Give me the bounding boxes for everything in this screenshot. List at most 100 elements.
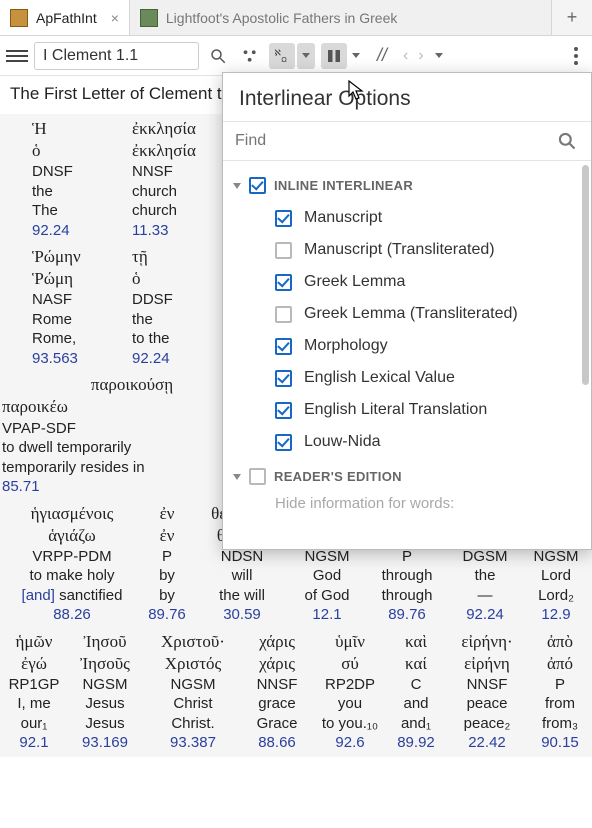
word-morph: RP1GP xyxy=(2,675,66,695)
scrollbar[interactable] xyxy=(582,165,589,385)
word-lit: Christ. xyxy=(144,714,242,734)
find-input[interactable] xyxy=(223,122,543,160)
ln[interactable]: 92.24 xyxy=(32,221,132,241)
word-lit: the will xyxy=(192,586,292,606)
morph: DNSF xyxy=(32,162,132,182)
ln[interactable]: 89.76 xyxy=(362,605,452,625)
word-ms: ἡμῶν xyxy=(2,631,66,653)
word-lem: ἐν xyxy=(142,525,192,547)
checkbox[interactable] xyxy=(275,242,292,259)
ln[interactable]: 93.387 xyxy=(144,733,242,753)
word-lex: you xyxy=(312,694,388,714)
word-lex: peace xyxy=(444,694,530,714)
word-lit: [and] sanctified xyxy=(2,586,142,606)
section-inline-interlinear[interactable]: INLINE INTERLINEAR xyxy=(229,173,587,202)
checkbox[interactable] xyxy=(275,274,292,291)
option-row[interactable]: Manuscript (Transliterated) xyxy=(229,234,587,266)
word-ms: ἐν xyxy=(142,503,192,525)
menu-icon[interactable] xyxy=(6,46,28,66)
dots-icon[interactable] xyxy=(237,43,263,69)
word-ms: Χριστοῦ· xyxy=(144,631,242,653)
ln[interactable]: 92.1 xyxy=(2,733,66,753)
search-icon[interactable] xyxy=(205,43,231,69)
option-row[interactable]: Greek Lemma xyxy=(229,266,587,298)
interlinear-dropdown[interactable] xyxy=(297,43,315,69)
tab-label: Lightfoot's Apostolic Fathers in Greek xyxy=(166,10,397,26)
option-row[interactable]: English Lexical Value xyxy=(229,362,587,394)
nav-dropdown[interactable] xyxy=(432,53,446,58)
checkbox[interactable] xyxy=(249,468,266,485)
ln[interactable]: 12.9 xyxy=(518,605,592,625)
word-lem: Ἰησοῦς xyxy=(66,653,144,675)
book-icon xyxy=(140,9,158,27)
word-lex: by xyxy=(142,566,192,586)
ln[interactable]: 12.1 xyxy=(292,605,362,625)
checkbox[interactable] xyxy=(275,370,292,387)
option-row[interactable]: Morphology xyxy=(229,330,587,362)
search-icon[interactable] xyxy=(543,123,591,159)
morph: NASF xyxy=(32,290,132,310)
option-row[interactable]: English Literal Translation xyxy=(229,394,587,426)
ln[interactable]: 22.42 xyxy=(444,733,530,753)
lemma: Ῥώμη xyxy=(32,268,132,290)
word-lit: from₃ xyxy=(530,714,590,734)
ln[interactable]: 88.26 xyxy=(2,605,142,625)
parallel-icon[interactable]: // xyxy=(369,43,395,69)
option-label: English Lexical Value xyxy=(304,369,455,387)
interlinear-icon[interactable]: ℵΩ xyxy=(269,43,295,69)
more-icon[interactable] xyxy=(566,41,586,71)
word-lit: of God xyxy=(292,586,362,606)
word-lem: ἀπό xyxy=(530,653,590,675)
section-readers-edition[interactable]: READER'S EDITION xyxy=(229,464,587,493)
word-morph: C xyxy=(388,675,444,695)
word-ms: ἀπὸ xyxy=(530,631,590,653)
tab-active[interactable]: ApFathInt × xyxy=(0,0,130,35)
close-icon[interactable]: × xyxy=(111,10,119,26)
checkbox[interactable] xyxy=(275,434,292,451)
new-tab-button[interactable]: + xyxy=(552,0,592,35)
reference-input[interactable]: I Clement 1.1 xyxy=(34,42,199,70)
word-lit: Lord₂ xyxy=(518,586,592,606)
book-icon xyxy=(10,9,28,27)
word-morph: NNSF xyxy=(242,675,312,695)
option-row[interactable]: Greek Lemma (Transliterated) xyxy=(229,298,587,330)
option-row[interactable]: Louw-Nida xyxy=(229,426,587,458)
checkbox[interactable] xyxy=(275,306,292,323)
word-lem: σύ xyxy=(312,653,388,675)
ln[interactable]: 93.169 xyxy=(66,733,144,753)
ln[interactable]: 89.76 xyxy=(142,605,192,625)
word-morph: VRPP-PDM xyxy=(2,547,142,567)
svg-text:Ω: Ω xyxy=(281,55,287,64)
ln[interactable]: 88.66 xyxy=(242,733,312,753)
option-label: English Literal Translation xyxy=(304,401,487,419)
option-label: Manuscript xyxy=(304,209,382,227)
word-lex: I, me xyxy=(2,694,66,714)
nav-prev[interactable]: ‹ xyxy=(401,47,410,65)
checkbox[interactable] xyxy=(275,402,292,419)
ln[interactable]: 92.24 xyxy=(132,349,232,369)
columns-dropdown[interactable] xyxy=(349,53,363,58)
ln[interactable]: 92.6 xyxy=(312,733,388,753)
ms: ἐκκλησία xyxy=(132,118,232,140)
ln[interactable]: 89.92 xyxy=(388,733,444,753)
tab-bar: ApFathInt × Lightfoot's Apostolic Father… xyxy=(0,0,592,36)
word-lex: from xyxy=(530,694,590,714)
ln[interactable]: 93.563 xyxy=(32,349,132,369)
option-row[interactable]: Manuscript xyxy=(229,202,587,234)
columns-icon[interactable] xyxy=(321,43,347,69)
checkbox[interactable] xyxy=(249,177,266,194)
ms: Ῥώμην xyxy=(32,246,132,268)
hint-text: Hide information for words: xyxy=(229,493,587,512)
tab-inactive[interactable]: Lightfoot's Apostolic Fathers in Greek xyxy=(130,0,552,35)
ln[interactable]: 92.24 xyxy=(452,605,518,625)
checkbox[interactable] xyxy=(275,210,292,227)
ln[interactable]: 11.33 xyxy=(132,221,232,241)
word-morph: RP2DP xyxy=(312,675,388,695)
nav-next[interactable]: › xyxy=(416,47,425,65)
popup-title: Interlinear Options xyxy=(223,73,591,121)
checkbox[interactable] xyxy=(275,338,292,355)
ln[interactable]: 90.15 xyxy=(530,733,590,753)
chevron-down-icon xyxy=(233,474,241,480)
ln[interactable]: 30.59 xyxy=(192,605,292,625)
lit: Rome, xyxy=(32,329,132,349)
